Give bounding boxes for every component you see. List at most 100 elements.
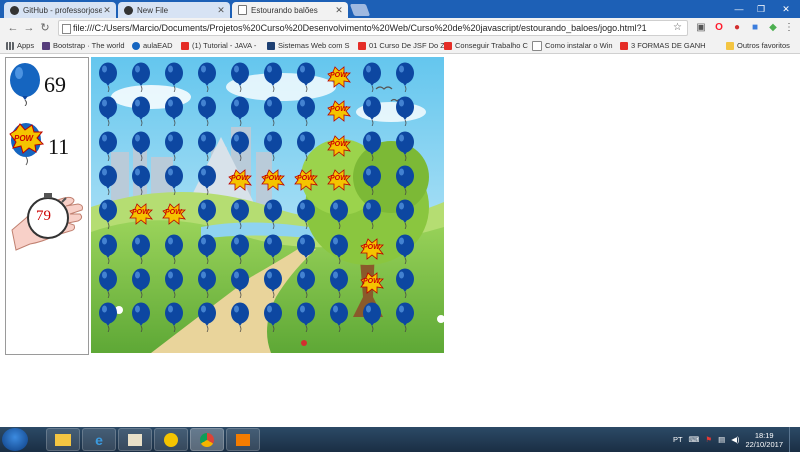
menu-icon[interactable]: ⋮ bbox=[782, 21, 796, 35]
extension-green-icon[interactable]: ◆ bbox=[766, 21, 780, 35]
page-info-icon[interactable] bbox=[62, 24, 71, 34]
balloon[interactable] bbox=[394, 96, 416, 127]
balloon[interactable] bbox=[196, 199, 218, 230]
balloon[interactable] bbox=[130, 234, 152, 264]
balloon[interactable] bbox=[262, 302, 284, 333]
balloon[interactable] bbox=[295, 234, 317, 264]
show-desktop-button[interactable] bbox=[789, 427, 796, 452]
balloon[interactable] bbox=[295, 131, 317, 161]
balloon[interactable] bbox=[163, 234, 185, 264]
extension-red-icon[interactable]: ● bbox=[730, 21, 744, 35]
balloon[interactable] bbox=[394, 302, 416, 333]
balloon[interactable] bbox=[97, 268, 119, 298]
close-icon[interactable]: ✕ bbox=[216, 5, 226, 16]
balloon[interactable] bbox=[163, 268, 185, 298]
balloon[interactable] bbox=[130, 165, 152, 196]
balloon[interactable] bbox=[295, 199, 317, 230]
balloon[interactable] bbox=[361, 199, 383, 230]
balloon[interactable] bbox=[97, 62, 119, 93]
start-button[interactable] bbox=[2, 428, 28, 451]
balloon[interactable] bbox=[163, 165, 185, 196]
forward-icon[interactable]: → bbox=[22, 21, 36, 35]
balloon[interactable] bbox=[361, 131, 383, 161]
language-indicator[interactable]: PT bbox=[673, 435, 683, 444]
balloon[interactable] bbox=[394, 165, 416, 196]
new-tab-button[interactable] bbox=[349, 4, 371, 16]
bookmark-curso-jsf[interactable]: 01 Curso De JSF Do Z bbox=[358, 39, 445, 52]
balloon[interactable] bbox=[328, 199, 350, 230]
balloon[interactable] bbox=[130, 302, 152, 333]
back-icon[interactable]: ← bbox=[6, 21, 20, 35]
taskbar-files[interactable] bbox=[118, 428, 152, 451]
balloon[interactable] bbox=[97, 96, 119, 127]
balloon[interactable] bbox=[97, 302, 119, 333]
balloon[interactable] bbox=[229, 199, 251, 230]
clock[interactable]: 18:19 22/10/2017 bbox=[745, 431, 783, 449]
balloon[interactable] bbox=[394, 268, 416, 298]
balloon[interactable] bbox=[163, 96, 185, 127]
close-window-icon[interactable]: ✕ bbox=[772, 0, 800, 18]
balloon[interactable] bbox=[394, 131, 416, 161]
balloon[interactable] bbox=[361, 165, 383, 196]
balloon[interactable] bbox=[229, 62, 251, 93]
balloon[interactable] bbox=[130, 268, 152, 298]
bookmark-conseguir-trabalho[interactable]: Conseguir Trabalho C bbox=[444, 39, 528, 52]
balloon[interactable] bbox=[295, 268, 317, 298]
tab-new-file[interactable]: New File ✕ bbox=[118, 2, 230, 18]
bookmark-bootstrap[interactable]: Bootstrap · The world bbox=[42, 39, 125, 52]
bookmark-aulaead[interactable]: aulaEAD bbox=[132, 39, 173, 52]
balloon[interactable] bbox=[130, 96, 152, 127]
balloon[interactable] bbox=[295, 96, 317, 127]
taskbar-explorer[interactable] bbox=[46, 428, 80, 451]
extension-blue-icon[interactable]: ■ bbox=[748, 21, 762, 35]
tab-estourando-baloes[interactable]: Estourando balões ✕ bbox=[232, 2, 348, 18]
balloon[interactable] bbox=[196, 62, 218, 93]
balloon[interactable] bbox=[361, 302, 383, 333]
bookmark-instalar-windows[interactable]: Como instalar o Win bbox=[532, 39, 613, 52]
bookmark-3-formas[interactable]: 3 FORMAS DE GANH bbox=[620, 39, 706, 52]
balloon[interactable] bbox=[97, 165, 119, 196]
balloon[interactable] bbox=[196, 302, 218, 333]
balloon[interactable] bbox=[163, 131, 185, 161]
balloon[interactable] bbox=[229, 234, 251, 264]
balloon[interactable] bbox=[97, 234, 119, 264]
balloon[interactable] bbox=[97, 131, 119, 161]
balloon[interactable] bbox=[196, 96, 218, 127]
taskbar-ie[interactable]: e bbox=[82, 428, 116, 451]
balloon[interactable] bbox=[262, 96, 284, 127]
balloon[interactable] bbox=[229, 96, 251, 127]
bookmark-sistemas-web[interactable]: Sistemas Web com S bbox=[267, 39, 350, 52]
taskbar-pacman[interactable] bbox=[154, 428, 188, 451]
balloon[interactable] bbox=[295, 62, 317, 93]
address-bar[interactable]: file:///C:/Users/Marcio/Documents/Projet… bbox=[58, 20, 688, 36]
flag-icon[interactable]: ⚑ bbox=[705, 435, 712, 444]
balloon[interactable] bbox=[328, 302, 350, 333]
balloon[interactable] bbox=[163, 62, 185, 93]
balloon[interactable] bbox=[97, 199, 119, 230]
minimize-icon[interactable]: — bbox=[728, 0, 750, 18]
balloon[interactable] bbox=[361, 96, 383, 127]
balloon[interactable] bbox=[196, 165, 218, 196]
bookmark-tutorial-java[interactable]: (1) Tutorial - JAVA - bbox=[181, 39, 256, 52]
balloon[interactable] bbox=[229, 131, 251, 161]
balloon[interactable] bbox=[361, 62, 383, 93]
balloon[interactable] bbox=[196, 268, 218, 298]
balloon[interactable] bbox=[130, 131, 152, 161]
extension-icon[interactable]: ▣ bbox=[694, 21, 708, 35]
bookmark-star-icon[interactable]: ☆ bbox=[673, 21, 682, 35]
balloon[interactable] bbox=[229, 302, 251, 333]
balloon[interactable] bbox=[328, 234, 350, 264]
balloon[interactable] bbox=[262, 62, 284, 93]
balloon[interactable] bbox=[262, 131, 284, 161]
network-icon[interactable]: ▤ bbox=[718, 435, 725, 444]
balloon[interactable] bbox=[163, 302, 185, 333]
balloon[interactable] bbox=[130, 62, 152, 93]
taskbar-media[interactable] bbox=[226, 428, 260, 451]
tab-github[interactable]: GitHub - professorjosedi ✕ bbox=[4, 2, 116, 18]
balloon[interactable] bbox=[394, 62, 416, 93]
maximize-icon[interactable]: ❐ bbox=[750, 0, 772, 18]
balloon[interactable] bbox=[394, 199, 416, 230]
volume-icon[interactable]: ◀) bbox=[731, 435, 739, 444]
balloon[interactable] bbox=[328, 268, 350, 298]
balloon[interactable] bbox=[295, 302, 317, 333]
